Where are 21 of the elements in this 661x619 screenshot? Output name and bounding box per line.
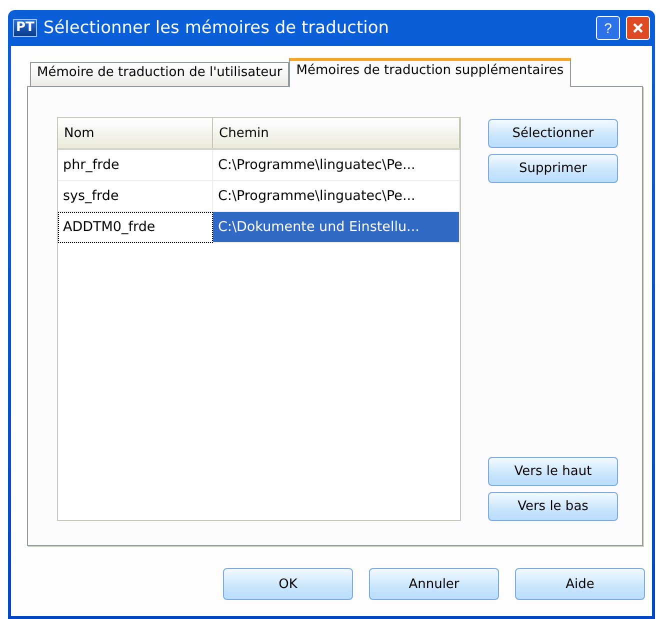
app-logo: PT	[13, 19, 38, 37]
action-button[interactable]: Supprimer	[488, 154, 618, 183]
help-button[interactable]: ?	[596, 16, 620, 40]
table-cell[interactable]: ADDTM0_frde	[58, 212, 213, 243]
tab[interactable]: Mémoire de traduction de l'utilisateur	[30, 62, 290, 86]
column-header[interactable]: Nom	[58, 118, 213, 148]
table-cell[interactable]: C:\Programme\linguatec\Pe...	[213, 150, 460, 181]
action-button[interactable]: Sélectionner	[488, 119, 618, 148]
move-button[interactable]: Vers le haut	[488, 457, 618, 486]
move-button[interactable]: Vers le bas	[488, 492, 618, 521]
dialog-button[interactable]: Annuler	[369, 568, 499, 600]
table-cell[interactable]: phr_frde	[58, 150, 213, 181]
table-cell[interactable]: C:\Dokumente und Einstellu...	[213, 212, 460, 243]
dialog-button[interactable]: OK	[223, 568, 353, 600]
window-title: Sélectionner les mémoires de traduction	[43, 18, 390, 38]
column-header[interactable]: Chemin	[213, 118, 460, 148]
close-icon	[632, 22, 644, 34]
close-button[interactable]	[626, 16, 650, 40]
table-cell[interactable]: sys_frde	[58, 181, 213, 212]
dialog-button[interactable]: Aide	[515, 568, 645, 600]
tab[interactable]: Mémoires de traduction supplémentaires	[289, 58, 571, 87]
